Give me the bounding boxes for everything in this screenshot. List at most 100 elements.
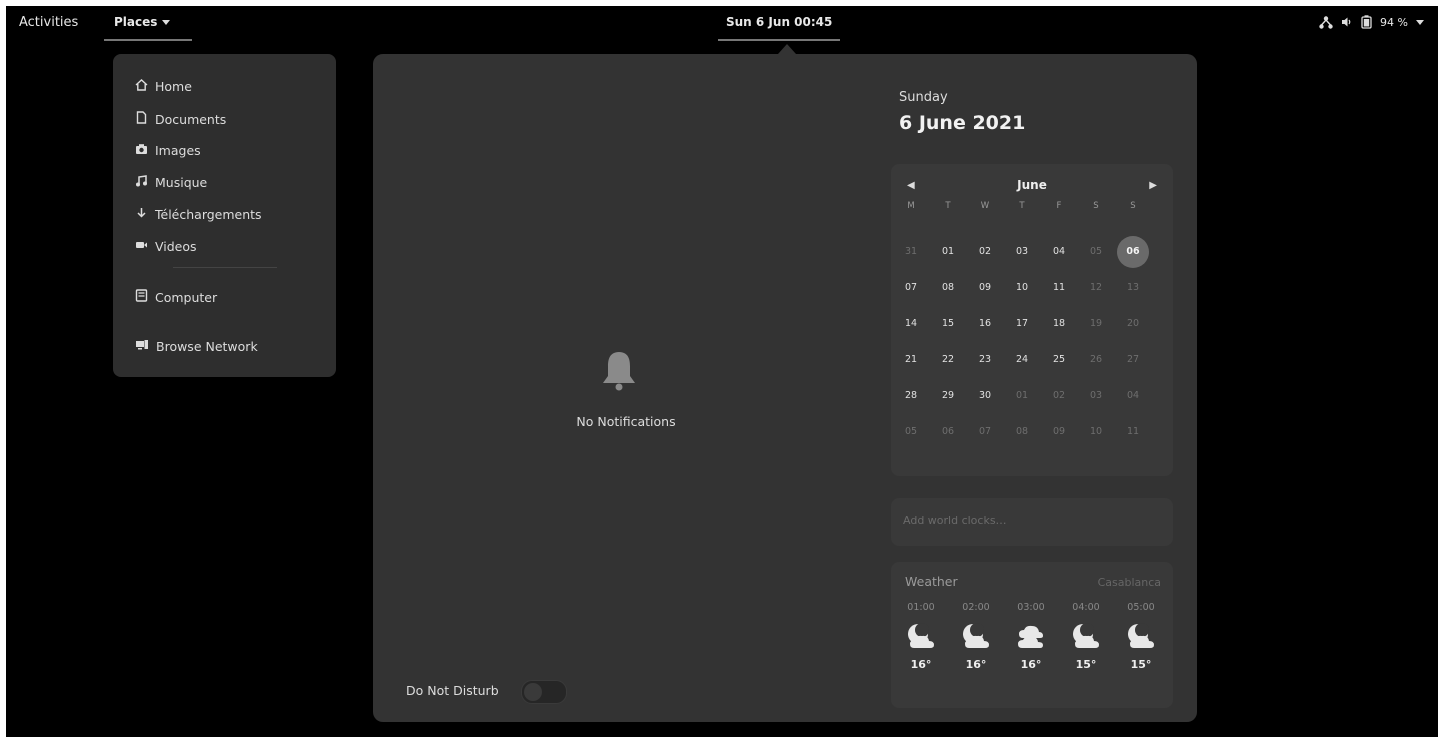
calendar-day[interactable]: 23 <box>965 343 1005 377</box>
weather-title: Weather <box>905 574 958 589</box>
calendar-day[interactable]: 07 <box>891 271 931 305</box>
calendar-day[interactable]: 16 <box>965 307 1005 341</box>
calendar-day[interactable]: 11 <box>1039 271 1079 305</box>
calendar-day[interactable]: 03 <box>1002 235 1042 269</box>
music-icon <box>135 175 148 190</box>
forecast-temperature: 16° <box>1020 658 1042 671</box>
weekday-header: S <box>1093 201 1099 211</box>
calendar-column: Sunday 6 June 2021 ◀ June ▶ M T W T F S S 31 01 0… <box>889 54 1189 722</box>
places-item-browse-network[interactable]: Browse Network <box>135 339 258 354</box>
notification-list: No Notifications Do Not Disturb <box>373 54 879 722</box>
night-cloudy-icon <box>959 622 993 652</box>
calendar-day[interactable]: 27 <box>1113 343 1153 377</box>
calendar-day[interactable]: 21 <box>891 343 931 377</box>
forecast-temperature: 16° <box>965 658 987 671</box>
desktop: Activities Places Sun 6 Jun 00:45 94 % H… <box>6 6 1438 737</box>
places-item-videos[interactable]: Videos <box>135 239 197 254</box>
forecast-hour: 04:00 15° <box>1061 602 1111 671</box>
calendar-day[interactable]: 11 <box>1113 415 1153 449</box>
weekday-header: W <box>980 201 990 211</box>
full-date-label[interactable]: 6 June 2021 <box>899 112 1025 134</box>
calendar-day[interactable]: 28 <box>891 379 931 413</box>
calendar-day[interactable]: 02 <box>1039 379 1079 413</box>
weekday-header: T <box>945 201 951 211</box>
calendar-day[interactable]: 30 <box>965 379 1005 413</box>
calendar-day[interactable]: 31 <box>891 235 931 269</box>
calendar-day[interactable]: 08 <box>928 271 968 305</box>
calendar-day[interactable]: 06 <box>928 415 968 449</box>
calendar-day[interactable]: 10 <box>1076 415 1116 449</box>
calendar-day[interactable]: 09 <box>1039 415 1079 449</box>
calendar-day[interactable]: 05 <box>891 415 931 449</box>
calendar-day[interactable]: 13 <box>1113 271 1153 305</box>
weather-location: Casablanca <box>1097 576 1161 589</box>
calendar-day[interactable]: 05 <box>1076 235 1116 269</box>
calendar-day[interactable]: 01 <box>1002 379 1042 413</box>
places-item-home[interactable]: Home <box>135 79 192 94</box>
calendar-day[interactable]: 19 <box>1076 307 1116 341</box>
forecast-time: 04:00 <box>1072 602 1100 613</box>
places-item-images[interactable]: Images <box>135 143 201 158</box>
volume-icon <box>1341 16 1353 28</box>
calendar-day[interactable]: 18 <box>1039 307 1079 341</box>
clock-button[interactable]: Sun 6 Jun 00:45 <box>717 15 841 41</box>
toggle-knob <box>524 683 542 701</box>
places-item-label: Images <box>155 143 201 158</box>
calendar-day[interactable]: 26 <box>1076 343 1116 377</box>
forecast-time: 03:00 <box>1017 602 1045 613</box>
world-clocks-section[interactable]: Add world clocks… <box>891 498 1173 546</box>
network-icon <box>1319 15 1333 29</box>
places-item-music[interactable]: Musique <box>135 175 207 190</box>
calendar-day[interactable]: 22 <box>928 343 968 377</box>
top-bar: Activities Places Sun 6 Jun 00:45 94 % <box>6 6 1438 41</box>
calendar-day[interactable]: 25 <box>1039 343 1079 377</box>
forecast-temperature: 15° <box>1130 658 1152 671</box>
calendar-day[interactable]: 14 <box>891 307 931 341</box>
places-item-label: Musique <box>155 175 208 190</box>
weekday-header: M <box>907 201 915 211</box>
calendar-day[interactable]: 03 <box>1076 379 1116 413</box>
calendar-day[interactable]: 20 <box>1113 307 1153 341</box>
calendar-day[interactable]: 15 <box>928 307 968 341</box>
calendar-day[interactable]: 24 <box>1002 343 1042 377</box>
forecast-temperature: 16° <box>910 658 932 671</box>
home-icon <box>135 79 148 94</box>
system-menu-caret-icon <box>1416 19 1424 25</box>
calendar-day[interactable]: 29 <box>928 379 968 413</box>
activities-button[interactable]: Activities <box>19 15 78 30</box>
camera-icon <box>135 143 148 158</box>
do-not-disturb-toggle[interactable] <box>521 680 567 704</box>
calendar-day-today[interactable]: 06 <box>1117 236 1149 268</box>
battery-percent: 94 % <box>1380 15 1408 29</box>
places-item-label: Videos <box>155 239 197 254</box>
calendar-day[interactable]: 04 <box>1039 235 1079 269</box>
download-icon <box>135 207 148 222</box>
forecast-hour: 05:00 15° <box>1116 602 1166 671</box>
forecast-time: 01:00 <box>907 602 935 613</box>
places-menu-button[interactable]: Places <box>103 15 193 41</box>
calendar-day[interactable]: 07 <box>965 415 1005 449</box>
forecast-time: 05:00 <box>1127 602 1155 613</box>
forecast-time: 02:00 <box>962 602 990 613</box>
cloudy-icon <box>1014 622 1048 652</box>
calendar-day[interactable]: 17 <box>1002 307 1042 341</box>
places-item-documents[interactable]: Documents <box>135 111 226 127</box>
calendar-day[interactable]: 02 <box>965 235 1005 269</box>
calendar-day[interactable]: 09 <box>965 271 1005 305</box>
places-item-computer[interactable]: Computer <box>135 289 217 305</box>
places-item-downloads[interactable]: Téléchargements <box>135 207 262 222</box>
weather-section[interactable]: Weather Casablanca 01:00 16° 02:00 16° 03:00… <box>891 562 1173 708</box>
weekday-header: S <box>1130 201 1136 211</box>
system-tray[interactable]: 94 % <box>1319 15 1424 29</box>
night-cloudy-icon <box>904 622 938 652</box>
calendar-day[interactable]: 04 <box>1113 379 1153 413</box>
calendar-day[interactable]: 01 <box>928 235 968 269</box>
calendar-day[interactable]: 10 <box>1002 271 1042 305</box>
calendar-day[interactable]: 12 <box>1076 271 1116 305</box>
calendar-day[interactable]: 08 <box>1002 415 1042 449</box>
places-item-label: Browse Network <box>156 339 258 354</box>
weekday-header: T <box>1019 201 1025 211</box>
weekday-label: Sunday <box>899 90 948 105</box>
forecast-hour: 03:00 16° <box>1006 602 1056 671</box>
video-icon <box>135 239 148 254</box>
